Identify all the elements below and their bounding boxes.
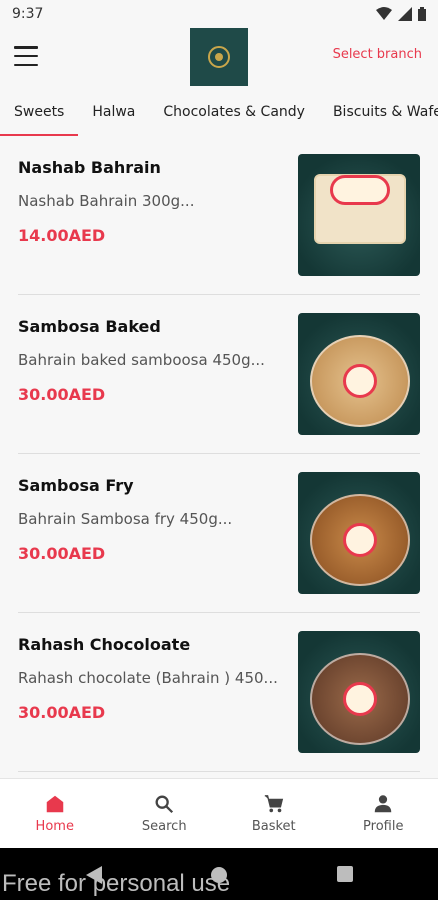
product-image[interactable] bbox=[298, 154, 420, 276]
product-tray-shape bbox=[310, 653, 410, 745]
product-price: 30.00AED bbox=[18, 703, 106, 722]
product-tray-shape bbox=[310, 494, 410, 586]
nav-profile[interactable]: Profile bbox=[329, 779, 438, 848]
product-name: Nashab Bahrain bbox=[18, 158, 161, 177]
product-description: Rahash chocolate (Bahrain ) 450... bbox=[18, 669, 278, 687]
nav-basket[interactable]: Basket bbox=[219, 779, 329, 848]
product-description: Nashab Bahrain 300g... bbox=[18, 192, 195, 210]
tab-sweets[interactable]: Sweets bbox=[0, 88, 79, 136]
product-item[interactable]: Nashab Bahrain Nashab Bahrain 300g... 14… bbox=[0, 136, 438, 295]
product-image[interactable] bbox=[298, 313, 420, 435]
product-tray-shape bbox=[310, 335, 410, 427]
store-logo[interactable] bbox=[190, 28, 248, 86]
product-description: Bahrain baked samboosa 450g... bbox=[18, 351, 265, 369]
home-icon bbox=[46, 795, 63, 813]
product-label-shape bbox=[343, 523, 377, 557]
cart-icon bbox=[264, 795, 283, 813]
nav-basket-label: Basket bbox=[251, 819, 296, 834]
nav-search-label: Search bbox=[141, 819, 187, 834]
product-name: Sambosa Fry bbox=[18, 476, 134, 495]
wifi-icon bbox=[376, 7, 392, 20]
product-label-shape bbox=[343, 682, 377, 716]
product-image[interactable] bbox=[298, 631, 420, 753]
product-item[interactable]: Rahash Chocoloate Rahash chocolate (Bahr… bbox=[0, 613, 438, 772]
nav-home[interactable]: Home bbox=[0, 779, 110, 848]
tab-chocolates-candy[interactable]: Chocolates & Candy bbox=[149, 88, 319, 136]
product-image[interactable] bbox=[298, 472, 420, 594]
app-bar: Select branch bbox=[0, 28, 438, 88]
category-tabs: Sweets Halwa Chocolates & Candy Biscuits… bbox=[0, 88, 438, 136]
signal-icon bbox=[398, 7, 412, 21]
product-box-shape bbox=[314, 174, 406, 244]
product-name: Rahash Chocoloate bbox=[18, 635, 191, 654]
battery-icon bbox=[418, 7, 426, 21]
bottom-navigation: Home Search Basket Profile bbox=[0, 778, 438, 848]
status-icons bbox=[376, 7, 426, 21]
product-description: Bahrain Sambosa fry 450g... bbox=[18, 510, 233, 528]
product-price: 30.00AED bbox=[18, 385, 106, 404]
watermark-text: Free for personal use bbox=[2, 870, 231, 897]
product-item[interactable]: Sambosa Fry Bahrain Sambosa fry 450g... … bbox=[0, 454, 438, 613]
logo-emblem-icon bbox=[208, 46, 230, 68]
product-name: Sambosa Baked bbox=[18, 317, 161, 336]
tab-biscuits-wafer[interactable]: Biscuits & Wafer bbox=[319, 88, 438, 136]
product-price: 14.00AED bbox=[18, 226, 106, 245]
nav-search[interactable]: Search bbox=[110, 779, 220, 848]
product-price: 30.00AED bbox=[18, 544, 106, 563]
status-bar: 9:37 bbox=[0, 0, 438, 28]
nav-home-label: Home bbox=[35, 819, 74, 834]
tab-halwa[interactable]: Halwa bbox=[78, 88, 149, 136]
divider bbox=[18, 771, 420, 772]
search-icon bbox=[155, 795, 174, 814]
select-branch-button[interactable]: Select branch bbox=[333, 47, 422, 62]
nav-profile-label: Profile bbox=[363, 819, 404, 834]
product-label-shape bbox=[330, 175, 390, 205]
recents-icon[interactable] bbox=[337, 866, 353, 882]
status-time: 9:37 bbox=[12, 6, 44, 22]
product-label-shape bbox=[343, 364, 377, 398]
product-list: Nashab Bahrain Nashab Bahrain 300g... 14… bbox=[0, 136, 438, 778]
person-icon bbox=[375, 795, 392, 813]
menu-icon[interactable] bbox=[14, 46, 38, 66]
product-item[interactable]: Sambosa Baked Bahrain baked samboosa 450… bbox=[0, 295, 438, 454]
